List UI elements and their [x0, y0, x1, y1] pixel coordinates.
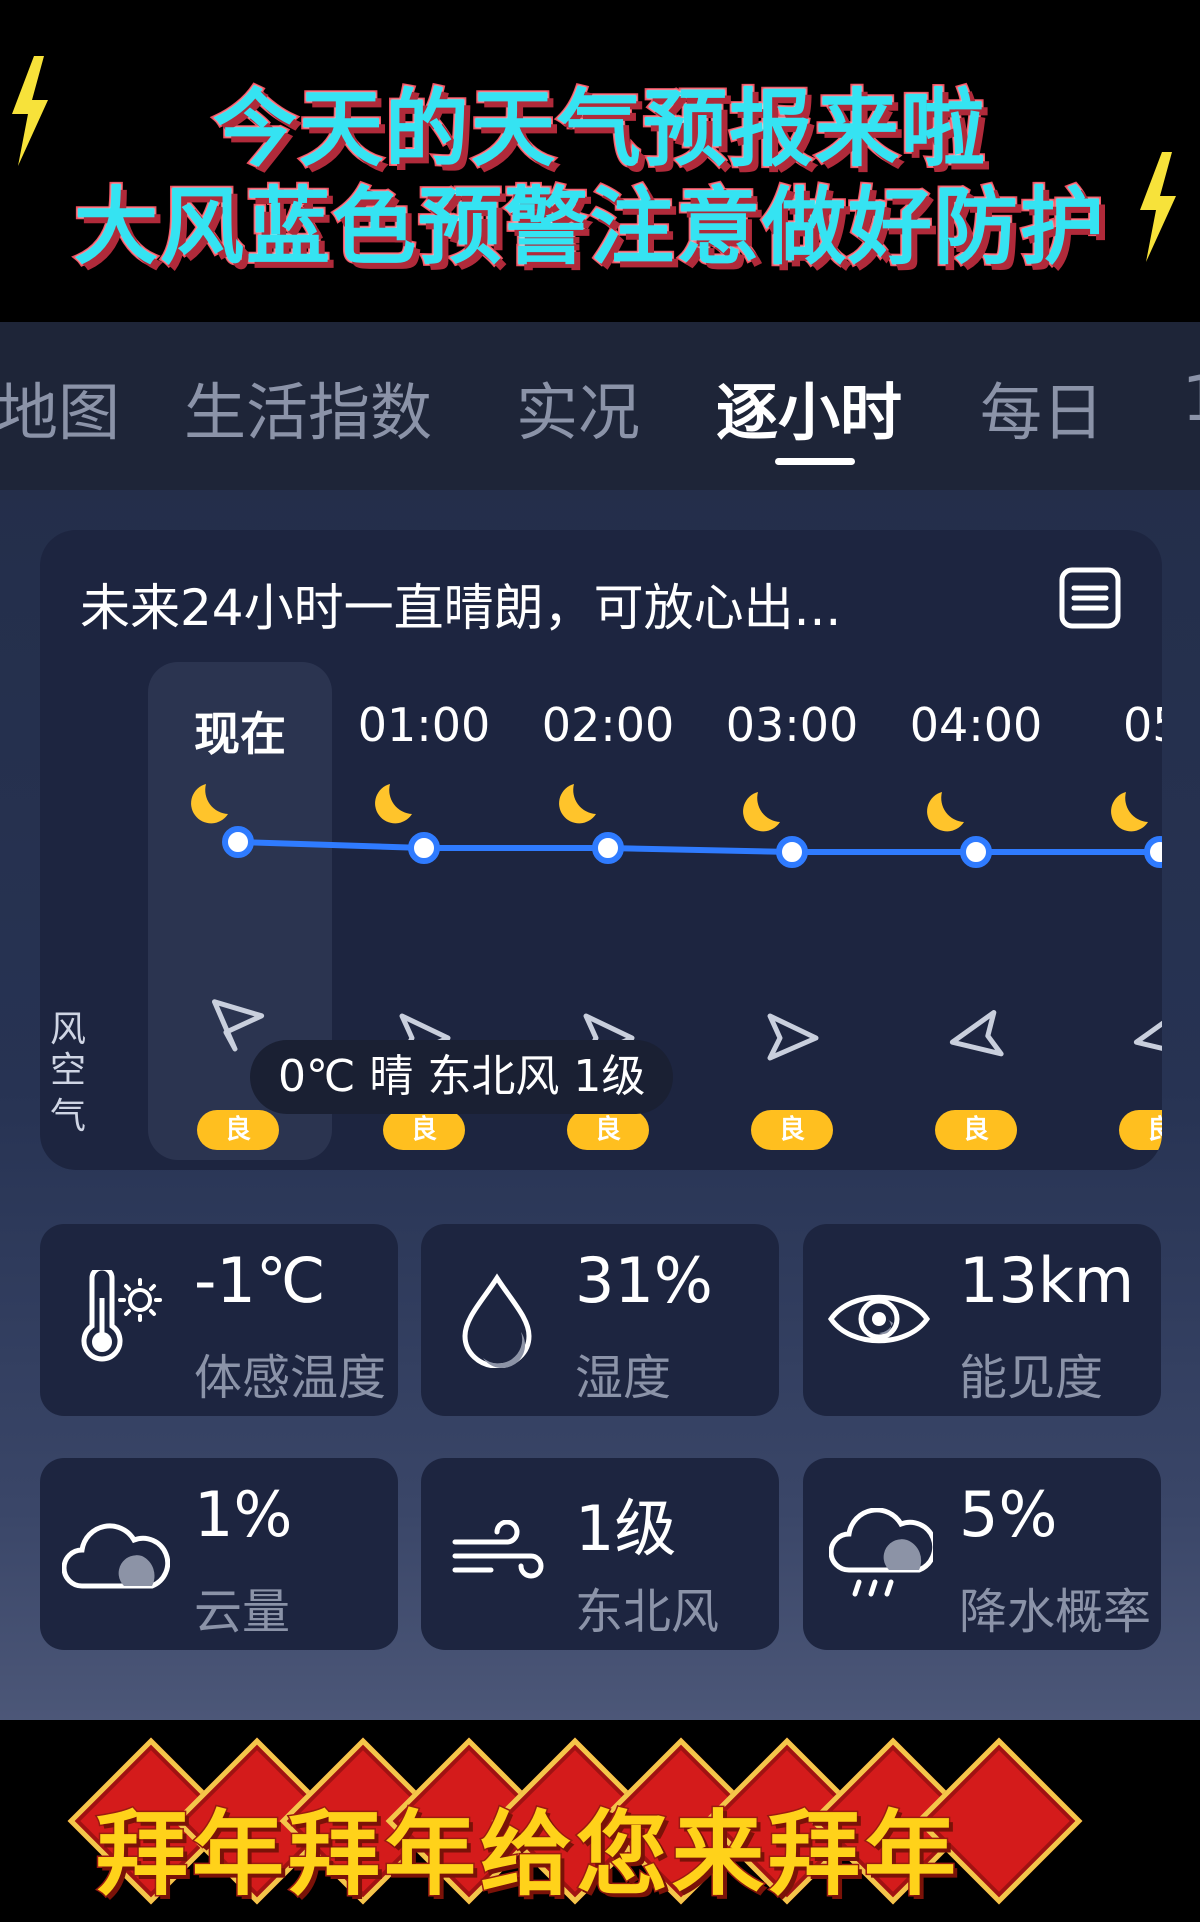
wind-card[interactable]: 1级 东北风 [421, 1458, 779, 1650]
wind-direction-icon [1133, 1010, 1162, 1057]
banner-title-line2: 大风蓝色预警注意做好防护 [72, 176, 1106, 278]
tab-daily[interactable]: 每日 [980, 362, 1104, 452]
precipitation-value: 5% [959, 1478, 1058, 1551]
tab-life-index[interactable]: 生活指数 [184, 362, 432, 452]
visibility-label: 能见度 [959, 1350, 1104, 1406]
temperature-point [776, 836, 808, 868]
thermometer-sun-icon [81, 1270, 162, 1362]
wind-direction-icon [767, 1013, 819, 1061]
moon-icon [559, 784, 596, 824]
wind-value: 1级 [575, 1492, 677, 1565]
precipitation-label: 降水概率 [959, 1584, 1152, 1640]
aqi-badge: 良 [197, 1110, 279, 1150]
humidity-label: 湿度 [575, 1350, 672, 1406]
hourly-forecast-card: 未来24小时一直晴朗，可放心出... 现在 01:00 02:00 03:00 … [40, 530, 1162, 1170]
wind-label: 东北风 [575, 1584, 720, 1640]
temperature-point [222, 826, 254, 858]
top-banner: 今天的天气预报来啦 大风蓝色预警注意做好防护 [0, 0, 1200, 322]
weather-app: 地图 生活指数 实况 逐小时 每日 1 未来24小时一直晴朗，可放心出... 现… [0, 322, 1200, 1720]
feels-like-label: 体感温度 [194, 1350, 387, 1406]
bottom-banner: 拜年拜年给您来拜年 [0, 1720, 1200, 1922]
eye-icon [827, 1294, 931, 1344]
feels-like-card[interactable]: -1℃ 体感温度 [40, 1224, 398, 1416]
moon-icon [1111, 792, 1148, 832]
tab-bar: 地图 生活指数 实况 逐小时 每日 1 [0, 322, 1200, 490]
wind-direction-icon [211, 999, 265, 1052]
water-drop-icon [462, 1273, 532, 1368]
aqi-badge: 良 [567, 1110, 649, 1150]
temperature-point [1144, 836, 1162, 868]
temperature-point [592, 832, 624, 864]
moon-icon [927, 792, 964, 832]
tab-live[interactable]: 实况 [516, 362, 640, 452]
moon-icon [191, 784, 228, 824]
air-quality-row-label: 空气 [50, 1050, 87, 1137]
cloud-icon [62, 1523, 170, 1589]
wind-direction-icon [949, 1010, 1004, 1057]
new-year-greeting: 拜年拜年给您来拜年 [94, 1800, 961, 1910]
aqi-badge: 良 [383, 1110, 465, 1150]
lightning-icon [1140, 152, 1176, 262]
temperature-point [960, 836, 992, 868]
humidity-value: 31% [575, 1244, 713, 1317]
moon-icon [743, 792, 780, 832]
wind-icon [452, 1520, 544, 1579]
tab-map[interactable]: 地图 [0, 362, 120, 452]
cloud-cover-value: 1% [194, 1478, 293, 1551]
hour-detail-tooltip: 0℃ 晴 东北风 1级 [250, 1040, 674, 1114]
visibility-card[interactable]: 13km 能见度 [803, 1224, 1161, 1416]
aqi-badge: 良 [751, 1110, 833, 1150]
tab-more[interactable]: 1 [1182, 362, 1200, 435]
temperature-point [408, 832, 440, 864]
cloud-cover-label: 云量 [194, 1584, 291, 1640]
tab-hourly[interactable]: 逐小时 [716, 362, 902, 452]
humidity-card[interactable]: 31% 湿度 [421, 1224, 779, 1416]
active-tab-indicator [775, 458, 855, 465]
feels-like-value: -1℃ [194, 1244, 326, 1317]
aqi-badge: 良 [935, 1110, 1017, 1150]
cloud-cover-card[interactable]: 1% 云量 [40, 1458, 398, 1650]
precipitation-card[interactable]: 5% 降水概率 [803, 1458, 1161, 1650]
rain-cloud-icon [829, 1508, 933, 1597]
aqi-badge: 良 [1119, 1110, 1162, 1150]
visibility-value: 13km [959, 1244, 1135, 1317]
wind-row-label: 风 [50, 1009, 87, 1050]
moon-icon [375, 784, 412, 824]
temperature-line [237, 839, 1162, 855]
